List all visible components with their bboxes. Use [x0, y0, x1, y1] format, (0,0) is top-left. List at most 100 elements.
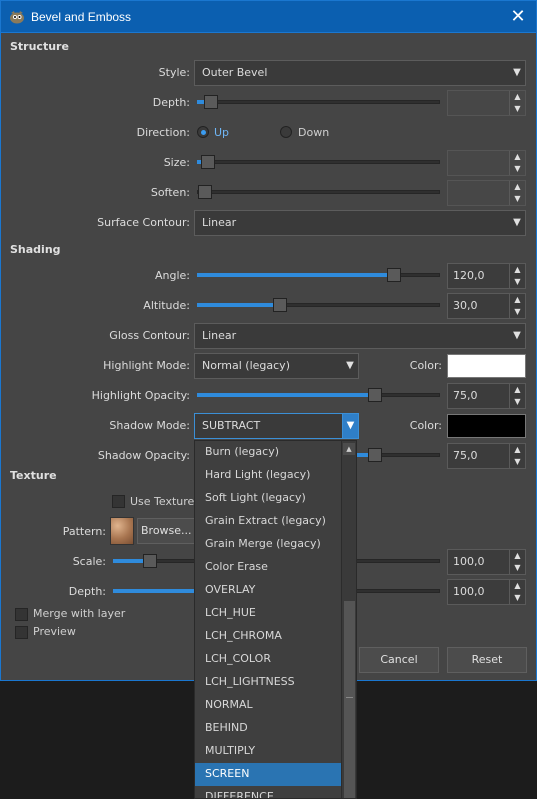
texture-depth-spinbox[interactable]: 100,0 ▲ ▼ — [447, 579, 526, 605]
spin-up-icon[interactable]: ▲ — [510, 151, 525, 163]
scale-spinbox[interactable]: 100,0 ▲ ▼ — [447, 549, 526, 575]
direction-up-label[interactable]: Up — [214, 126, 229, 139]
spin-down-icon[interactable]: ▼ — [510, 276, 525, 288]
spin-down-icon[interactable]: ▼ — [510, 103, 525, 115]
texture-depth-label: Depth: — [68, 585, 106, 598]
list-item[interactable]: Color Erase — [195, 556, 341, 579]
spin-down-icon[interactable]: ▼ — [510, 456, 525, 468]
depth-slider[interactable] — [197, 92, 440, 112]
spin-down-icon[interactable]: ▼ — [510, 193, 525, 205]
highlight-mode-value: Normal (legacy) — [202, 359, 290, 372]
spin-up-icon[interactable]: ▲ — [510, 294, 525, 306]
slider-thumb[interactable] — [368, 448, 382, 462]
spin-down-icon[interactable]: ▼ — [510, 306, 525, 318]
close-icon[interactable]: ✕ — [504, 4, 532, 30]
slider-thumb[interactable] — [201, 155, 215, 169]
grip-icon — [346, 697, 353, 698]
spin-down-icon[interactable]: ▼ — [510, 163, 525, 175]
slider-thumb[interactable] — [273, 298, 287, 312]
preview-checkbox[interactable] — [15, 626, 28, 639]
chevron-down-icon: ▼ — [513, 217, 521, 228]
scroll-up-icon[interactable]: ▲ — [343, 443, 355, 455]
window-title: Bevel and Emboss — [31, 10, 132, 24]
gloss-contour-value: Linear — [202, 329, 237, 342]
list-item[interactable]: Grain Merge (legacy) — [195, 533, 341, 556]
merge-with-layer-checkbox[interactable] — [15, 608, 28, 621]
list-item[interactable]: Hard Light (legacy) — [195, 464, 341, 487]
list-item[interactable]: Grain Extract (legacy) — [195, 510, 341, 533]
depth-spinbox[interactable]: ▲ ▼ — [447, 90, 526, 116]
list-item[interactable]: LCH_CHROMA — [195, 625, 341, 648]
slider-thumb[interactable] — [368, 388, 382, 402]
soften-slider[interactable] — [197, 182, 440, 202]
slider-track — [197, 190, 440, 194]
spin-up-icon[interactable]: ▲ — [510, 444, 525, 456]
spin-down-icon[interactable]: ▼ — [510, 396, 525, 408]
altitude-spinbox[interactable]: 30,0 ▲ ▼ — [447, 293, 526, 319]
surface-contour-dropdown[interactable]: Linear ▼ — [194, 210, 526, 236]
spin-up-icon[interactable]: ▲ — [510, 580, 525, 592]
slider-thumb[interactable] — [204, 95, 218, 109]
list-item[interactable]: OVERLAY — [195, 579, 341, 602]
spin-up-icon[interactable]: ▲ — [510, 384, 525, 396]
spin-down-icon[interactable]: ▼ — [510, 562, 525, 574]
altitude-slider[interactable] — [197, 295, 440, 315]
list-item[interactable]: MULTIPLY — [195, 740, 341, 763]
highlight-opacity-spinbox[interactable]: 75,0 ▲ ▼ — [447, 383, 526, 409]
slider-thumb[interactable] — [387, 268, 401, 282]
slider-thumb[interactable] — [198, 185, 212, 199]
pattern-thumbnail[interactable] — [110, 517, 134, 545]
list-item[interactable]: Burn (legacy) — [195, 441, 341, 464]
dropdown-scrollbar[interactable]: ▲ — [341, 441, 356, 798]
shadow-opacity-spinbox[interactable]: 75,0 ▲ ▼ — [447, 443, 526, 469]
use-texture-label[interactable]: Use Texture — [130, 495, 194, 508]
gloss-contour-dropdown[interactable]: Linear ▼ — [194, 323, 526, 349]
scrollbar-thumb[interactable] — [344, 601, 355, 798]
spin-up-icon[interactable]: ▲ — [510, 181, 525, 193]
list-item[interactable]: BEHIND — [195, 717, 341, 740]
direction-down-label[interactable]: Down — [298, 126, 329, 139]
list-item[interactable]: Soft Light (legacy) — [195, 487, 341, 510]
browse-button[interactable]: Browse... — [137, 518, 195, 544]
size-slider[interactable] — [197, 152, 440, 172]
style-dropdown[interactable]: Outer Bevel ▼ — [194, 60, 526, 86]
scale-label: Scale: — [72, 555, 106, 568]
highlight-mode-dropdown[interactable]: Normal (legacy) ▼ — [194, 353, 359, 379]
direction-down-radio[interactable] — [280, 126, 292, 138]
list-item[interactable]: NORMAL — [195, 694, 341, 717]
soften-spinbox[interactable]: ▲ ▼ — [447, 180, 526, 206]
spin-up-icon[interactable]: ▲ — [510, 264, 525, 276]
list-item[interactable]: LCH_COLOR — [195, 648, 341, 671]
spin-up-icon[interactable]: ▲ — [510, 91, 525, 103]
slider-track — [197, 160, 440, 164]
direction-up-radio[interactable] — [197, 126, 209, 138]
altitude-value: 30,0 — [453, 299, 478, 312]
size-spinbox[interactable]: ▲ ▼ — [447, 150, 526, 176]
blend-mode-dropdown-list[interactable]: Burn (legacy) Hard Light (legacy) Soft L… — [194, 440, 357, 799]
shadow-mode-dropdown[interactable]: SUBTRACT ▼ — [194, 413, 359, 439]
spin-up-icon[interactable]: ▲ — [510, 550, 525, 562]
slider-thumb[interactable] — [143, 554, 157, 568]
cancel-button[interactable]: Cancel — [359, 647, 439, 673]
spin-down-icon[interactable]: ▼ — [510, 592, 525, 604]
angle-spinbox[interactable]: 120,0 ▲ ▼ — [447, 263, 526, 289]
shading-heading: Shading — [10, 243, 61, 256]
title-bar: Bevel and Emboss ✕ — [0, 0, 537, 33]
list-item[interactable]: DIFFERENCE — [195, 786, 341, 798]
highlight-opacity-slider[interactable] — [197, 385, 440, 405]
texture-heading: Texture — [10, 469, 57, 482]
highlight-color-swatch[interactable] — [447, 354, 526, 378]
list-item[interactable]: LCH_HUE — [195, 602, 341, 625]
reset-button[interactable]: Reset — [447, 647, 527, 673]
list-item-selected[interactable]: SCREEN — [195, 763, 341, 786]
angle-slider[interactable] — [197, 265, 440, 285]
chevron-down-icon: ▼ — [342, 414, 358, 438]
use-texture-checkbox[interactable] — [112, 495, 125, 508]
merge-with-layer-label[interactable]: Merge with layer — [33, 607, 125, 620]
texture-depth-value: 100,0 — [453, 585, 485, 598]
slider-fill — [113, 589, 195, 593]
shadow-color-swatch[interactable] — [447, 414, 526, 438]
list-item[interactable]: LCH_LIGHTNESS — [195, 671, 341, 694]
shadow-mode-label: Shadow Mode: — [109, 419, 190, 432]
preview-label[interactable]: Preview — [33, 625, 76, 638]
